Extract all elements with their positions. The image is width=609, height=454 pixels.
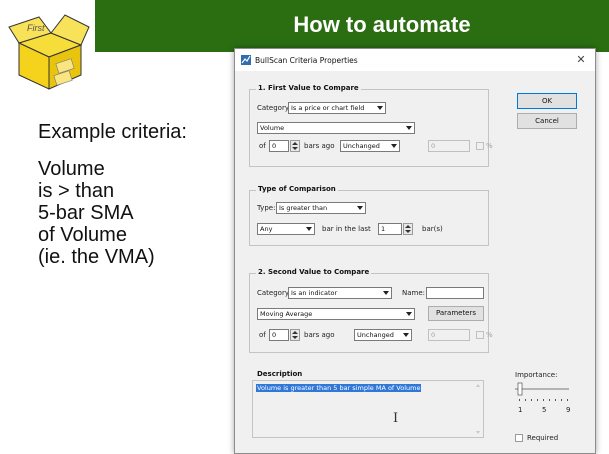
group-title: Type of Comparison [256,185,338,193]
text-cursor-icon: I [393,411,399,426]
svg-text:First: First [27,23,45,33]
close-icon[interactable]: ✕ [573,52,589,68]
bars-ago-input[interactable]: 0 [269,140,289,152]
first-value-group: 1. First Value to Compare Category: Is a… [249,84,493,167]
description-text: Volume is greater than 5 bar simple MA o… [256,384,422,392]
category-label: Category: [257,289,291,297]
field-select[interactable]: Volume [257,122,415,134]
required-checkbox[interactable] [515,434,523,442]
dialog-titlebar[interactable]: BullScan Criteria Properties ✕ [235,49,595,71]
of-label: of [259,142,266,150]
criteria-line: is > than [38,180,115,202]
description-scrollbar[interactable] [473,381,483,437]
first-box-logo-icon: First [8,14,90,90]
description-textbox[interactable]: Volume is greater than 5 bar simple MA o… [252,380,484,438]
percent-checkbox[interactable] [476,142,484,150]
bar-in-last-label: bar in the last [322,225,371,233]
change-select[interactable]: Unchanged [354,329,412,341]
percent-label: % [486,331,493,339]
of-label: of [259,331,266,339]
criteria-line: 5-bar SMA [38,202,134,224]
group-title: Description [255,370,305,378]
importance-tick-label: 5 [542,406,547,414]
percent-input[interactable]: 0 [428,329,470,341]
percent-input[interactable]: 0 [428,140,470,152]
bars-ago-label: bars ago [304,331,335,339]
chevron-down-icon [406,312,412,316]
importance-label: Importance: [515,371,558,379]
bars-ago-stepper[interactable] [290,329,300,341]
chevron-down-icon [403,333,409,337]
chevron-down-icon [383,291,389,295]
name-input[interactable] [426,287,484,299]
criteria-line: Volume [38,158,105,180]
cancel-button[interactable]: Cancel [517,113,577,129]
comparison-group: Type of Comparison Type: Is greater than… [249,185,489,246]
chevron-down-icon [377,106,383,110]
criteria-properties-dialog: BullScan Criteria Properties ✕ 1. First … [234,48,596,454]
percent-checkbox[interactable] [476,331,484,339]
slide-title: How to automate [293,12,471,37]
criteria-line: of Volume [38,224,127,246]
category-select[interactable]: Is a price or chart field [288,102,386,114]
bullscan-app-icon [241,55,251,65]
group-title: 2. Second Value to Compare [256,268,372,276]
chevron-down-icon [391,144,397,148]
chevron-down-icon [406,126,412,130]
importance-tick-label: 9 [566,406,571,414]
bars-count-stepper[interactable] [403,223,413,235]
bars-ago-stepper[interactable] [290,140,300,152]
ok-button[interactable]: OK [517,93,577,109]
category-label: Category: [257,104,291,112]
criteria-line: (ie. the VMA) [38,246,155,268]
parameters-button[interactable]: Parameters [428,306,484,321]
indicator-select[interactable]: Moving Average [257,308,415,320]
bars-count-input[interactable]: 1 [378,223,402,235]
name-label: Name: [402,289,426,297]
comparison-type-select[interactable]: Is greater than [276,202,366,214]
any-select[interactable]: Any [257,223,315,235]
change-select[interactable]: Unchanged [340,140,400,152]
required-label: Required [527,434,559,442]
group-title: 1. First Value to Compare [256,84,361,92]
bars-ago-label: bars ago [304,142,335,150]
chevron-down-icon [357,206,363,210]
category-select[interactable]: Is an indicator [288,287,392,299]
bars-ago-input[interactable]: 0 [269,329,289,341]
type-label: Type: [257,204,276,212]
bars-suffix-label: bar(s) [422,225,443,233]
chevron-down-icon [306,227,312,231]
second-value-group: 2. Second Value to Compare Category: Is … [249,268,493,353]
importance-tick-label: 1 [518,406,523,414]
dialog-title: BullScan Criteria Properties [255,56,358,65]
slide-header: How to automate First [0,0,609,90]
percent-label: % [486,142,493,150]
criteria-heading: Example criteria: [38,121,187,143]
